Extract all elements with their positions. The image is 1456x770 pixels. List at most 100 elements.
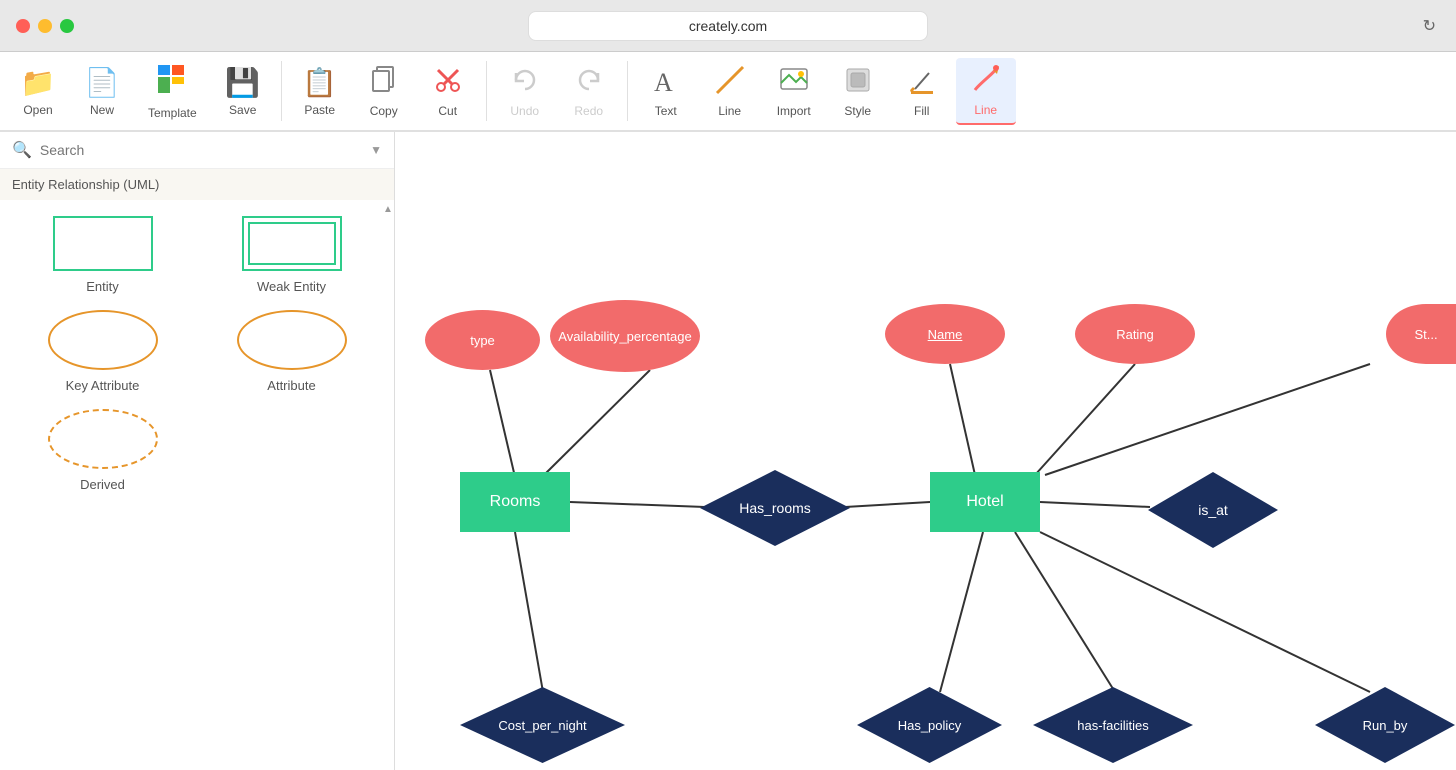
derived-shape [48, 409, 158, 469]
url-bar[interactable]: creately.com [528, 11, 928, 41]
titlebar: creately.com ↻ [0, 0, 1456, 52]
text-icon: A [651, 65, 681, 100]
derived-shape-label: Derived [80, 477, 125, 492]
copy-icon [369, 65, 399, 100]
save-label: Save [229, 103, 256, 117]
new-icon: 📄 [85, 66, 120, 99]
open-button[interactable]: 📁 Open [8, 60, 68, 123]
undo-icon [510, 65, 540, 100]
sidebar: 🔍 ▼ Entity Relationship (UML) ▲ Entity [0, 132, 395, 770]
attribute-has-facilities[interactable]: has-facilities [1033, 687, 1193, 763]
shape-item-weak-entity[interactable]: Weak Entity [205, 216, 378, 294]
attribute-type[interactable]: type [425, 310, 540, 370]
shape-preview-weak-entity [242, 216, 342, 271]
new-button[interactable]: 📄 New [72, 60, 132, 123]
line2-icon [971, 64, 1001, 99]
style-button[interactable]: Style [828, 59, 888, 124]
undo-button[interactable]: Undo [495, 59, 555, 124]
shape-item-attribute[interactable]: Attribute [205, 310, 378, 393]
line2-button[interactable]: Line [956, 58, 1016, 125]
open-icon: 📁 [21, 66, 56, 99]
cut-button[interactable]: Cut [418, 59, 478, 124]
refresh-button[interactable]: ↻ [1423, 16, 1436, 36]
cut-label: Cut [438, 104, 457, 118]
minimize-button[interactable] [38, 19, 52, 33]
import-label: Import [777, 104, 811, 118]
attribute-availability[interactable]: Availability_percentage [550, 300, 700, 372]
redo-icon [574, 65, 604, 100]
entity-shape-label: Entity [86, 279, 119, 294]
line-label: Line [718, 104, 741, 118]
search-icon: 🔍 [12, 140, 32, 160]
shape-preview-key-attribute [48, 310, 158, 370]
redo-label: Redo [574, 104, 603, 118]
divider-3 [627, 61, 628, 121]
copy-button[interactable]: Copy [354, 59, 414, 124]
text-label: Text [655, 104, 677, 118]
connections-svg [395, 132, 1456, 770]
divider-2 [486, 61, 487, 121]
attribute-name[interactable]: Name [885, 304, 1005, 364]
save-icon: 💾 [225, 66, 260, 99]
new-label: New [90, 103, 114, 117]
entity-hotel[interactable]: Hotel [930, 472, 1040, 532]
template-icon [156, 63, 188, 102]
entity-shape [53, 216, 153, 271]
text-button[interactable]: A Text [636, 59, 696, 124]
template-button[interactable]: Template [136, 57, 209, 126]
line2-label: Line [974, 103, 997, 117]
fill-button[interactable]: Fill [892, 59, 952, 124]
copy-label: Copy [370, 104, 398, 118]
search-bar: 🔍 ▼ [0, 132, 394, 169]
relation-has-rooms[interactable]: Has_rooms [700, 470, 850, 546]
close-button[interactable] [16, 19, 30, 33]
line-button[interactable]: Line [700, 59, 760, 124]
line-icon [715, 65, 745, 100]
relation-is-at[interactable]: is_at [1148, 472, 1278, 548]
weak-entity-shape [242, 216, 342, 271]
shape-preview-attribute [237, 310, 347, 370]
attribute-shape-label: Attribute [267, 378, 315, 393]
shapes-grid: Entity Weak Entity Key Attribute [0, 200, 394, 508]
main-area: 🔍 ▼ Entity Relationship (UML) ▲ Entity [0, 132, 1456, 770]
maximize-button[interactable] [60, 19, 74, 33]
entity-rooms[interactable]: Rooms [460, 472, 570, 532]
open-label: Open [23, 103, 52, 117]
paste-label: Paste [304, 103, 335, 117]
key-attribute-shape [48, 310, 158, 370]
weak-entity-shape-label: Weak Entity [257, 279, 326, 294]
fill-icon [907, 65, 937, 100]
save-button[interactable]: 💾 Save [213, 60, 273, 123]
attribute-rating[interactable]: Rating [1075, 304, 1195, 364]
import-icon [779, 65, 809, 100]
redo-button[interactable]: Redo [559, 59, 619, 124]
paste-icon: 📋 [302, 66, 337, 99]
toolbar: 📁 Open 📄 New Template 💾 Save 📋 Paste Cop… [0, 52, 1456, 132]
canvas[interactable]: type Availability_percentage Name Rating… [395, 132, 1456, 770]
cut-icon [433, 65, 463, 100]
attribute-shape [237, 310, 347, 370]
svg-text:A: A [654, 68, 673, 95]
divider-1 [281, 61, 282, 121]
scroll-up-button[interactable]: ▲ [382, 200, 394, 219]
style-icon [843, 65, 873, 100]
traffic-lights [16, 19, 74, 33]
key-attribute-shape-label: Key Attribute [66, 378, 140, 393]
shape-item-key-attribute[interactable]: Key Attribute [16, 310, 189, 393]
attribute-has-policy[interactable]: Has_policy [857, 687, 1002, 763]
undo-label: Undo [510, 104, 539, 118]
attribute-status[interactable]: St... [1386, 304, 1456, 364]
attribute-run-by[interactable]: Run_by [1315, 687, 1455, 763]
import-button[interactable]: Import [764, 59, 824, 124]
attribute-cost-per-night[interactable]: Cost_per_night [460, 687, 625, 763]
shape-item-entity[interactable]: Entity [16, 216, 189, 294]
shape-item-derived[interactable]: Derived [16, 409, 189, 492]
fill-label: Fill [914, 104, 929, 118]
search-input[interactable] [40, 142, 362, 158]
style-label: Style [844, 104, 871, 118]
paste-button[interactable]: 📋 Paste [290, 60, 350, 123]
sidebar-category: Entity Relationship (UML) [0, 169, 394, 200]
dropdown-arrow-icon: ▼ [370, 143, 382, 157]
shape-preview-derived [48, 409, 158, 469]
shape-preview-entity [53, 216, 153, 271]
